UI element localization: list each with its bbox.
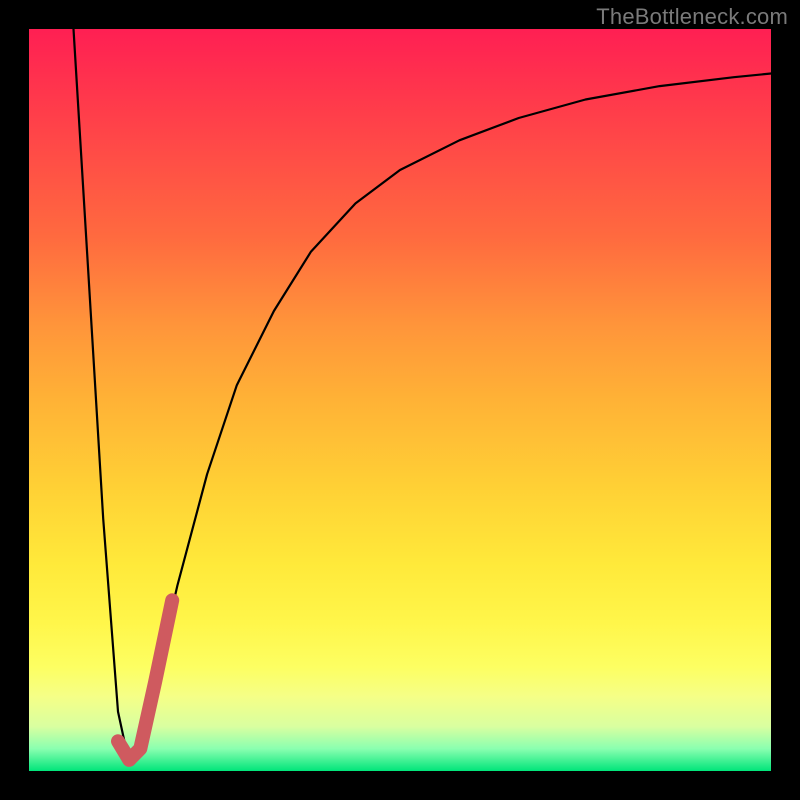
curve-overlay	[29, 29, 771, 771]
plot-area	[29, 29, 771, 771]
watermark-text: TheBottleneck.com	[596, 4, 788, 30]
highlight-segment	[118, 600, 172, 760]
bottleneck-curve	[74, 29, 772, 764]
chart-frame: TheBottleneck.com	[0, 0, 800, 800]
